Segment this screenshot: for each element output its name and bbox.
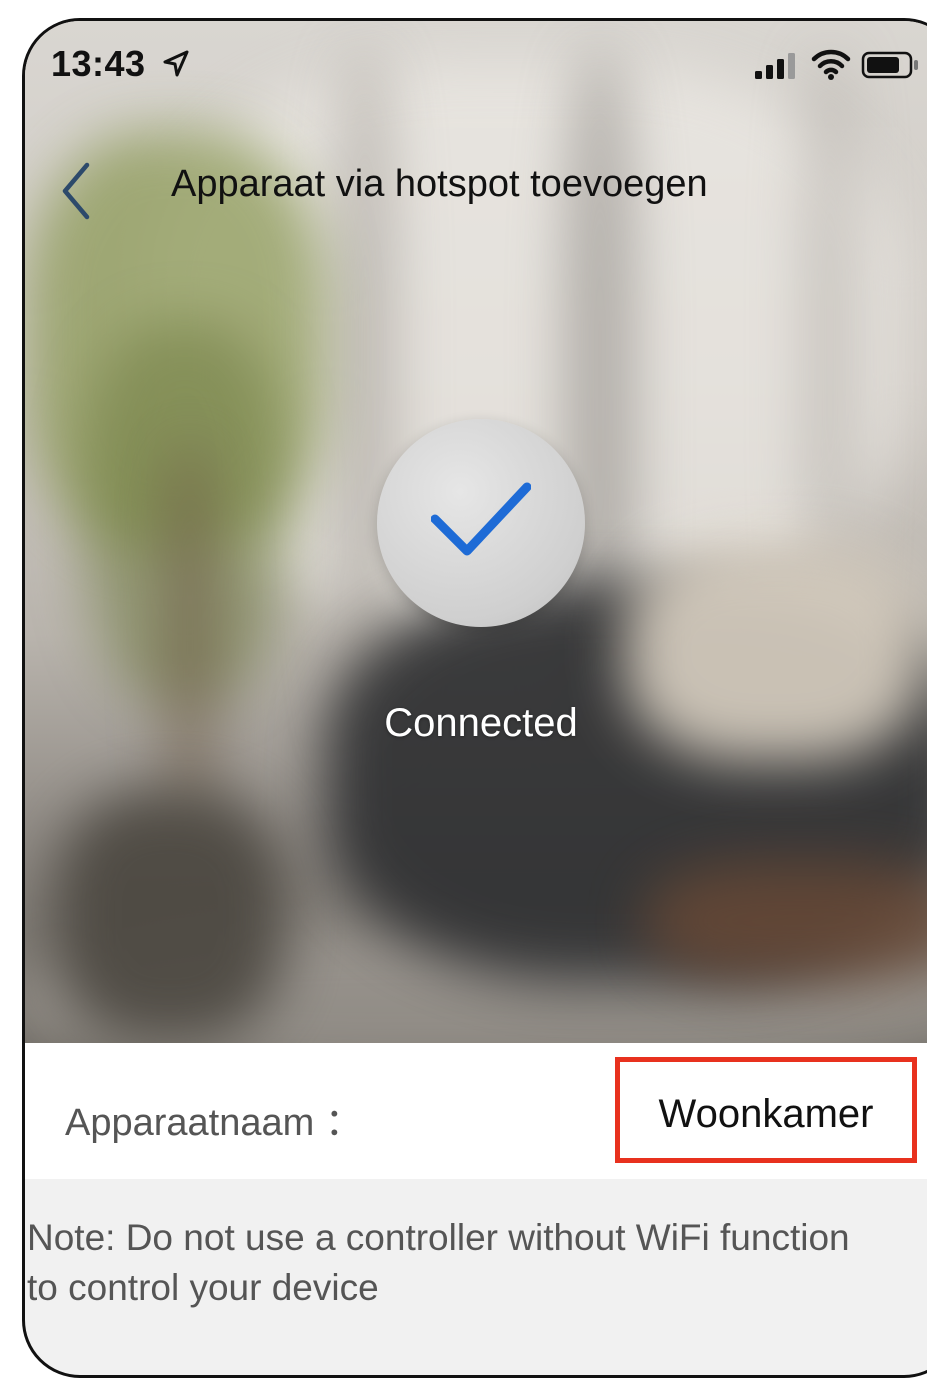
battery-icon bbox=[861, 51, 918, 79]
navigation-bar: Apparaat via hotspot toevoegen bbox=[25, 141, 925, 231]
note-text: Note: Do not use a controller without Wi… bbox=[27, 1217, 850, 1308]
success-indicator bbox=[377, 419, 585, 627]
back-button[interactable] bbox=[55, 159, 99, 223]
status-bar: 13:43 bbox=[25, 21, 927, 111]
device-name-field[interactable]: Woonkamer bbox=[615, 1057, 917, 1163]
page-title: Apparaat via hotspot toevoegen bbox=[171, 163, 708, 205]
checkmark-icon bbox=[431, 482, 531, 556]
location-arrow-icon bbox=[163, 50, 189, 77]
wifi-icon bbox=[811, 49, 851, 80]
chevron-left-icon bbox=[62, 162, 90, 220]
signal-icon bbox=[755, 53, 795, 79]
device-name-row: Apparaatnaam ： Woonkamer bbox=[25, 1043, 927, 1179]
phone-screen: 13:43 Apparaat via hotspot toevoegen Con… bbox=[22, 18, 927, 1378]
connection-status: Connected bbox=[384, 701, 578, 745]
device-name-value: Woonkamer bbox=[658, 1092, 874, 1136]
device-name-label: Apparaatnaam ： bbox=[65, 1102, 363, 1144]
status-time: 13:43 bbox=[51, 43, 146, 84]
